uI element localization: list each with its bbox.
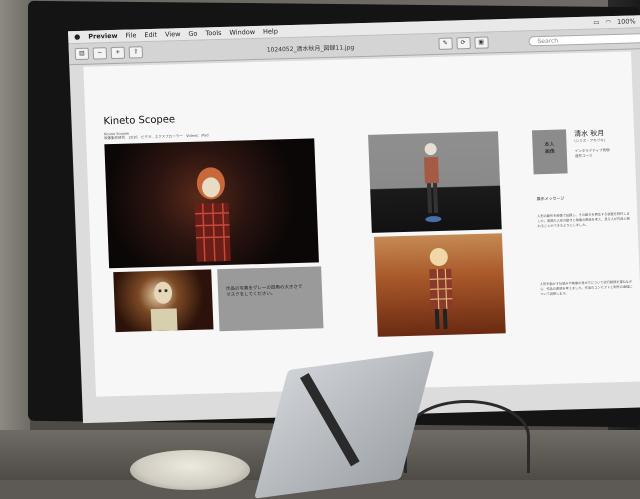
page-subtitle: Kineto Scopee 映像動作研究 2016 ビデオ、エクスプローラー V… <box>104 129 214 141</box>
rotate-button[interactable]: ⟳ <box>455 36 471 50</box>
menu-go[interactable]: Go <box>188 30 197 38</box>
page-title: Kineto Scopee <box>103 114 176 128</box>
menu-help[interactable]: Help <box>263 27 278 35</box>
battery-percent: 100% <box>616 17 636 26</box>
menu-window[interactable]: Window <box>229 28 255 37</box>
message-text-1: 人形の動作を映像で記録し、その動きを再生する装置を制作しました。実際の人形の動き… <box>537 211 630 229</box>
mask-instruction-text: 作品の写真をグレーの四角の大きさで マスクをしてください。 <box>225 284 303 298</box>
menu-tools[interactable]: Tools <box>205 29 221 37</box>
artist-course: インタラクティブ表現 造形コース <box>574 148 610 158</box>
menu-app-name[interactable]: Preview <box>88 32 118 41</box>
puppet-figure-3 <box>423 143 442 223</box>
document-title: 1024052_清水秋月_図録11.jpg <box>266 43 355 54</box>
status-area: ▭ ◠ 100% ▬ <box>593 17 640 26</box>
sidebar-toggle-button[interactable]: ▤ <box>74 47 90 61</box>
tool-group: ✎ ⟳ ▣ <box>437 36 489 50</box>
puppet-figure-4 <box>429 248 453 330</box>
mask-placeholder: 作品の写真をグレーの四角の大きさで マスクをしてください。 <box>217 266 324 332</box>
share-button[interactable]: ⇪ <box>128 46 144 59</box>
zoom-out-button[interactable]: − <box>92 47 108 60</box>
document-page: Kineto Scopee Kineto Scopee 映像動作研究 2016 … <box>83 51 640 397</box>
puppet-figure-1 <box>194 167 231 262</box>
apple-icon[interactable]: ● <box>74 33 80 41</box>
zoom-in-button[interactable]: + <box>110 46 126 60</box>
markup-pen-icon[interactable]: ✎ <box>437 37 453 50</box>
wall-edge <box>0 0 30 480</box>
menu-edit[interactable]: Edit <box>144 31 157 39</box>
message-heading: 展示メッセージ <box>536 195 565 202</box>
puppet-figure-2 <box>150 281 178 332</box>
message-text-2: 人形を動かす仕組みや映像の見せ方について試行錯誤を重ねながら、作品の表現を考えま… <box>539 279 633 297</box>
search-input[interactable]: Search <box>528 33 640 47</box>
toolbox-button[interactable]: ▣ <box>473 36 489 49</box>
display-icon[interactable]: ▭ <box>593 18 599 26</box>
wifi-icon[interactable]: ◠ <box>605 18 611 26</box>
cable <box>404 400 530 473</box>
portrait-placeholder-text: 本人 画像 <box>544 141 555 155</box>
artist-name-reading: (シミズ・アキヅキ) <box>574 138 606 144</box>
cup <box>130 450 250 490</box>
menu-file[interactable]: File <box>125 31 136 39</box>
menu-view[interactable]: View <box>165 30 181 38</box>
portrait-placeholder: 本人 画像 <box>531 129 568 175</box>
